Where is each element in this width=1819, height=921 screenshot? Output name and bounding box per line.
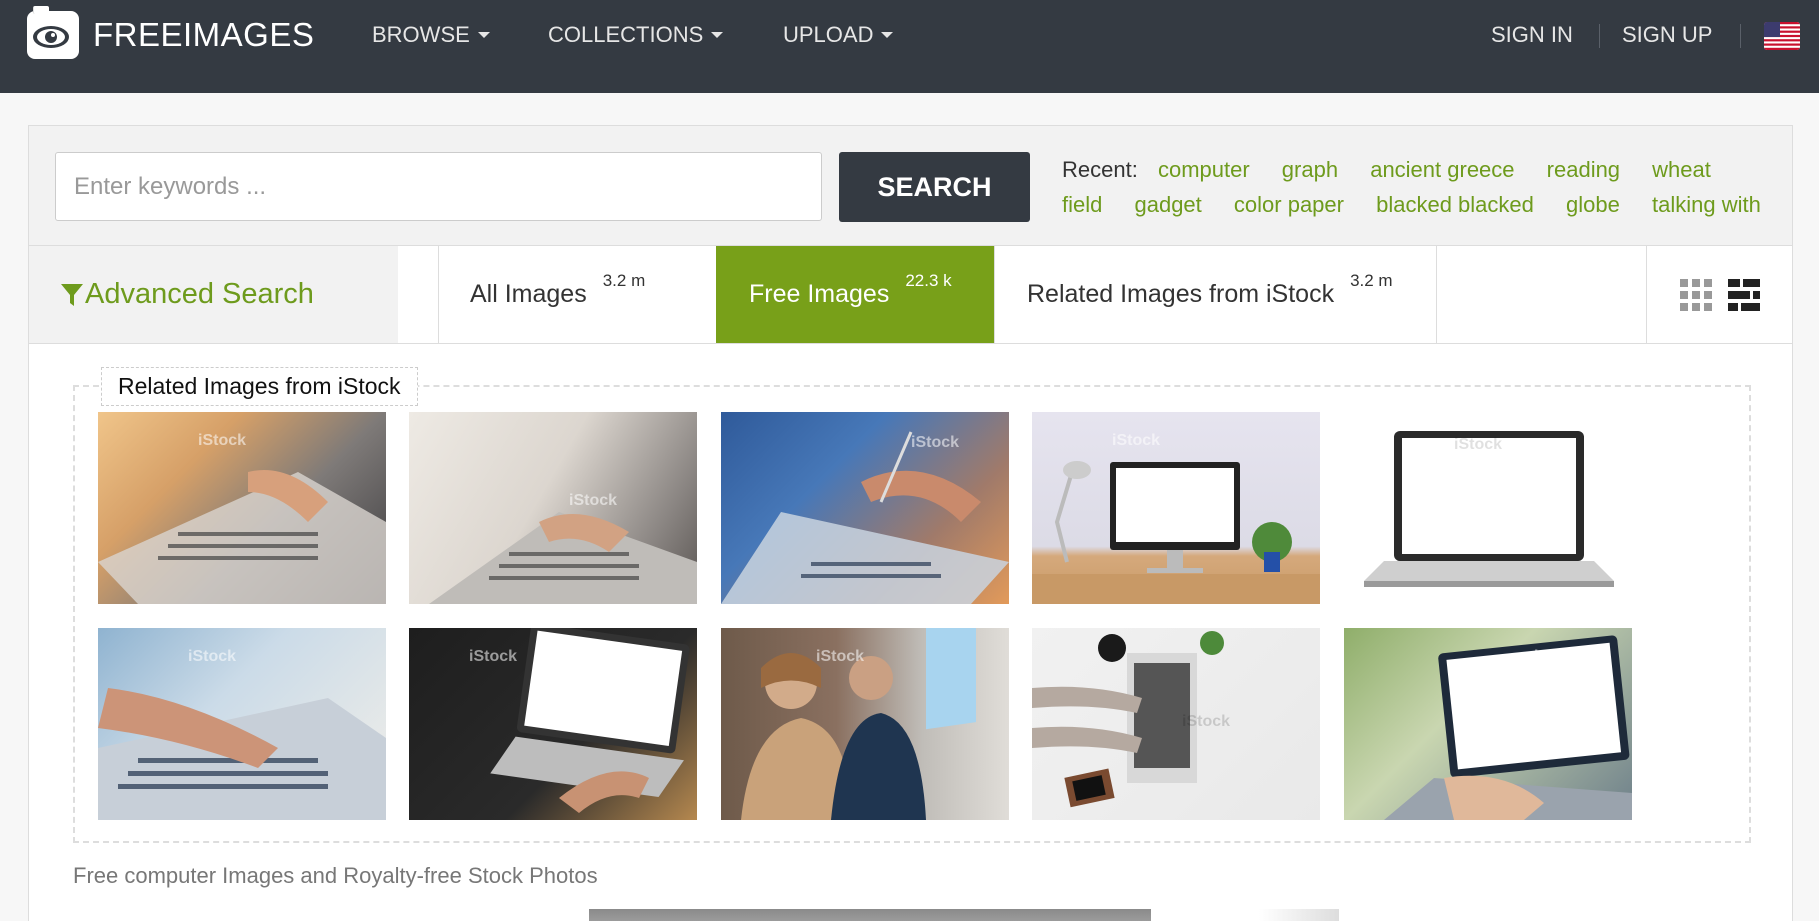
masonry-view-icon[interactable] [1727, 278, 1760, 311]
watermark: iStock [569, 492, 618, 509]
recent-label: Recent: [1062, 157, 1138, 182]
grid-view-icon[interactable] [1679, 278, 1712, 311]
result-image-thumbnail[interactable] [589, 909, 1151, 921]
related-thumbnail[interactable]: iStock [1032, 412, 1320, 604]
watermark: iStock [1454, 436, 1503, 453]
related-thumbnail[interactable]: iStock [409, 412, 697, 604]
watermark: iStock [469, 648, 518, 665]
related-thumbnail[interactable]: iStock [98, 412, 386, 604]
filter-icon [61, 283, 83, 306]
watermark: iStock [1534, 648, 1583, 665]
recent-link[interactable]: computer [1158, 157, 1250, 182]
advanced-search-toggle[interactable]: Advanced Search [29, 246, 398, 343]
nav-divider [1740, 24, 1741, 48]
related-thumbnail[interactable]: iStock [1344, 628, 1632, 820]
search-bar: SEARCH Recent: computer graph ancient gr… [29, 126, 1792, 246]
related-thumbnail[interactable]: iStock [721, 412, 1009, 604]
nav-browse-label: BROWSE [372, 22, 470, 47]
related-thumbnail[interactable]: iStock [721, 628, 1009, 820]
recent-searches: Recent: computer graph ancient greece re… [1062, 152, 1782, 222]
recent-link[interactable]: globe [1566, 192, 1620, 217]
recent-link[interactable]: ancient greece [1370, 157, 1514, 182]
tab-label: Related Images from iStock [1027, 280, 1335, 308]
advanced-search-label: Advanced Search [85, 278, 314, 310]
recent-link[interactable]: gadget [1134, 192, 1201, 217]
tab-divider [1436, 246, 1437, 343]
tab-istock-images[interactable]: Related Images from iStock 3.2 m [994, 246, 1436, 343]
watermark: iStock [911, 434, 960, 451]
camera-eye-icon [27, 6, 79, 59]
recent-link[interactable]: talking with [1652, 192, 1761, 217]
watermark: iStock [816, 648, 865, 665]
related-thumbnail[interactable]: iStock [409, 628, 697, 820]
related-thumbnail[interactable]: iStock [1032, 628, 1320, 820]
related-istock-box: Related Images from iStock iStock iStock [73, 367, 1751, 843]
related-thumbnail[interactable]: iStock [98, 628, 386, 820]
tab-free-images[interactable]: Free Images 22.3 k [716, 246, 994, 343]
results-heading: Free computer Images and Royalty-free St… [73, 863, 598, 888]
sign-in-label: SIGN IN [1491, 22, 1573, 47]
sign-in-link[interactable]: SIGN IN [1491, 22, 1573, 48]
nav-upload[interactable]: UPLOAD [783, 22, 894, 48]
nav-divider [1599, 24, 1600, 48]
caret-down-icon [477, 32, 490, 38]
recent-link[interactable]: reading [1547, 157, 1620, 182]
nav-browse[interactable]: BROWSE [372, 22, 490, 48]
recent-link[interactable]: color paper [1234, 192, 1344, 217]
recent-link[interactable]: blacked blacked [1376, 192, 1534, 217]
nav-collections[interactable]: COLLECTIONS [548, 22, 724, 48]
watermark: iStock [198, 432, 247, 449]
caret-down-icon [881, 32, 894, 38]
caret-down-icon [711, 32, 724, 38]
tab-label: All Images [470, 280, 587, 308]
search-panel: SEARCH Recent: computer graph ancient gr… [28, 125, 1793, 921]
watermark: iStock [188, 648, 237, 665]
site-logo[interactable]: FREEIMAGES [27, 6, 315, 59]
watermark: iStock [1182, 713, 1231, 730]
recent-link[interactable]: field [1062, 192, 1102, 217]
watermark: iStock [1112, 432, 1161, 449]
view-toggle [1646, 246, 1792, 343]
sign-up-label: SIGN UP [1622, 22, 1713, 47]
nav-collections-label: COLLECTIONS [548, 22, 704, 47]
logo-text: FREEIMAGES [93, 16, 315, 53]
tab-label: Free Images [749, 280, 890, 308]
recent-link[interactable]: wheat [1652, 157, 1711, 182]
nav-upload-label: UPLOAD [783, 22, 874, 47]
tab-count: 3.2 m [602, 270, 646, 290]
us-flag-icon[interactable] [1764, 22, 1800, 50]
related-title: Related Images from iStock [101, 367, 418, 406]
top-navbar: FREEIMAGES BROWSE COLLECTIONS UPLOAD SIG… [0, 0, 1819, 93]
tab-all-images[interactable]: All Images 3.2 m [438, 246, 716, 343]
related-thumbnail[interactable]: iStock [1344, 416, 1632, 600]
filter-tabs: Advanced Search All Images 3.2 m Free Im… [29, 246, 1792, 344]
search-input[interactable] [55, 152, 822, 221]
sign-up-link[interactable]: SIGN UP [1622, 22, 1712, 48]
tab-count: 3.2 m [1350, 270, 1393, 290]
search-button[interactable]: SEARCH [839, 152, 1030, 222]
result-image-thumbnail[interactable] [1259, 909, 1339, 921]
tab-count: 22.3 k [905, 270, 952, 290]
recent-link[interactable]: graph [1282, 157, 1338, 182]
